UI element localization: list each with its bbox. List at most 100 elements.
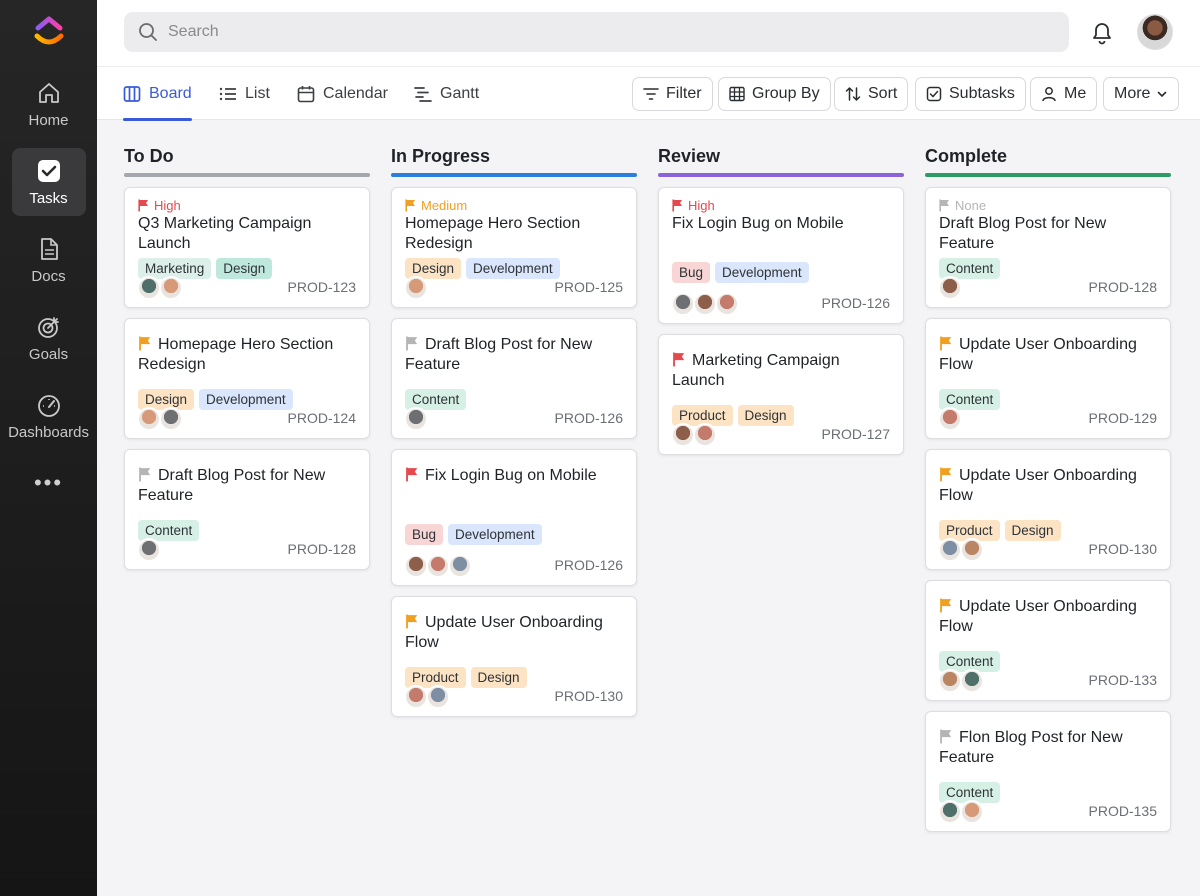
- avatar: [137, 276, 161, 300]
- flag-icon: [672, 352, 686, 367]
- task-id: PROD-128: [1088, 279, 1157, 295]
- more-options-icon[interactable]: •••: [34, 470, 63, 496]
- column-title: Complete: [925, 146, 1008, 166]
- gauge-icon: [37, 394, 60, 417]
- task-id: PROD-126: [554, 557, 623, 573]
- column-color-bar: [391, 173, 637, 177]
- assignee-avatars[interactable]: [404, 554, 472, 578]
- assignee-avatars[interactable]: [137, 276, 183, 300]
- tab-board[interactable]: Board: [123, 67, 192, 121]
- me-label: Me: [1064, 85, 1087, 102]
- task-id: PROD-130: [1088, 541, 1157, 557]
- search-bar[interactable]: [124, 12, 1069, 52]
- filter-button[interactable]: Filter: [632, 77, 713, 111]
- tag-bug[interactable]: Bug: [672, 262, 711, 283]
- task-card[interactable]: Fix Login Bug on Mobile Bug Development PRO…: [391, 449, 637, 586]
- task-card[interactable]: High Q3 Marketing Campaign Launch Marketin…: [124, 187, 370, 308]
- task-card[interactable]: None Draft Blog Post for New Feature Conte…: [925, 187, 1171, 308]
- card-title: Draft Blog Post for New Feature: [405, 335, 626, 375]
- tag-development[interactable]: Development: [448, 524, 542, 545]
- task-card[interactable]: Homepage Hero Section Redesign Design Deve…: [124, 318, 370, 439]
- sidebar-item-docs[interactable]: Docs: [12, 226, 86, 294]
- sidebar-item-home[interactable]: Home: [12, 70, 86, 138]
- task-card[interactable]: Update User Onboarding Flow Content PROD-1…: [925, 318, 1171, 439]
- card-title: Fix Login Bug on Mobile: [405, 466, 626, 486]
- task-card[interactable]: Medium Homepage Hero Section Redesign Desi…: [391, 187, 637, 308]
- task-id: PROD-128: [287, 541, 356, 557]
- filter-icon: [643, 88, 659, 100]
- card-title-text: Draft Blog Post for New Feature: [138, 467, 326, 504]
- card-title-text: Draft Blog Post for New Feature: [939, 215, 1107, 252]
- assignee-avatars[interactable]: [404, 407, 428, 431]
- task-card[interactable]: Flon Blog Post for New Feature Content PRO…: [925, 711, 1171, 832]
- group-by-label: Group By: [752, 85, 820, 102]
- tag-development[interactable]: Development: [199, 389, 293, 410]
- card-title: Marketing Campaign Launch: [672, 351, 893, 391]
- sort-icon: [845, 87, 861, 101]
- assignee-avatars[interactable]: [404, 685, 450, 709]
- priority-text: High: [688, 198, 715, 213]
- task-card[interactable]: Marketing Campaign Launch Product Design PR…: [658, 334, 904, 455]
- group-by-button[interactable]: Group By: [718, 77, 831, 111]
- card-title: Draft Blog Post for New Feature: [939, 214, 1160, 254]
- subtasks-button[interactable]: Subtasks: [915, 77, 1026, 111]
- assignee-avatars[interactable]: [938, 276, 962, 300]
- tab-calendar[interactable]: Calendar: [297, 67, 388, 121]
- assignee-avatars[interactable]: [938, 407, 962, 431]
- tab-gantt[interactable]: Gantt: [414, 67, 479, 121]
- avatar: [404, 685, 428, 709]
- assignee-avatars[interactable]: [671, 292, 739, 316]
- avatar: [448, 554, 472, 578]
- notification-bell-icon[interactable]: [1089, 18, 1115, 46]
- card-title-text: Homepage Hero Section Redesign: [405, 215, 581, 252]
- flag-icon: [939, 199, 949, 212]
- task-card[interactable]: Draft Blog Post for New Feature Content PR…: [391, 318, 637, 439]
- me-button[interactable]: Me: [1030, 77, 1098, 111]
- person-icon: [1042, 87, 1056, 102]
- filter-label: Filter: [666, 85, 702, 102]
- assignee-avatars[interactable]: [404, 276, 428, 300]
- tag-design[interactable]: Design: [1004, 520, 1061, 541]
- more-button[interactable]: More: [1103, 77, 1180, 111]
- task-card[interactable]: Update User Onboarding Flow Product Design…: [925, 449, 1171, 570]
- task-id: PROD-123: [287, 279, 356, 295]
- tag-development[interactable]: Development: [466, 258, 560, 279]
- card-title-text: Draft Blog Post for New Feature: [405, 336, 593, 373]
- tag-bug[interactable]: Bug: [405, 524, 444, 545]
- assignee-avatars[interactable]: [938, 800, 984, 824]
- search-input[interactable]: [168, 23, 1048, 41]
- flag-icon: [405, 199, 415, 212]
- sort-button[interactable]: Sort: [834, 77, 909, 111]
- tab-list[interactable]: List: [219, 67, 270, 121]
- column-title: Review: [658, 146, 721, 166]
- tag-design[interactable]: Design: [737, 405, 794, 426]
- avatar: [938, 538, 962, 562]
- assignee-avatars[interactable]: [938, 669, 984, 693]
- card-tags: Design Development: [405, 258, 560, 279]
- task-card[interactable]: Draft Blog Post for New Feature Content PR…: [124, 449, 370, 570]
- card-title-text: Update User Onboarding Flow: [939, 598, 1137, 635]
- task-id: PROD-135: [1088, 803, 1157, 819]
- assignee-avatars[interactable]: [671, 423, 717, 447]
- avatar: [671, 292, 695, 316]
- tag-design[interactable]: Design: [216, 258, 273, 279]
- flag-icon: [672, 199, 682, 212]
- subtasks-label: Subtasks: [949, 85, 1015, 102]
- sidebar-item-goals[interactable]: Goals: [12, 304, 86, 372]
- app-logo[interactable]: [32, 14, 66, 48]
- task-card[interactable]: Update User Onboarding Flow Content PROD-1…: [925, 580, 1171, 701]
- sidebar-item-tasks[interactable]: Tasks: [11, 148, 86, 216]
- tag-design[interactable]: Design: [470, 667, 527, 688]
- card-title: Flon Blog Post for New Feature: [939, 728, 1160, 768]
- assignee-avatars[interactable]: [137, 538, 161, 562]
- task-card[interactable]: Update User Onboarding Flow Product Design…: [391, 596, 637, 717]
- assignee-avatars[interactable]: [137, 407, 183, 431]
- tag-development[interactable]: Development: [715, 262, 809, 283]
- user-avatar[interactable]: [1137, 14, 1173, 50]
- assignee-avatars[interactable]: [938, 538, 984, 562]
- gantt-icon: [414, 87, 432, 102]
- task-card[interactable]: High Fix Login Bug on Mobile Bug Developmen…: [658, 187, 904, 324]
- card-title: Update User Onboarding Flow: [939, 597, 1160, 637]
- grid-icon: [729, 86, 745, 102]
- sidebar-item-dashboards[interactable]: Dashboards: [8, 382, 89, 450]
